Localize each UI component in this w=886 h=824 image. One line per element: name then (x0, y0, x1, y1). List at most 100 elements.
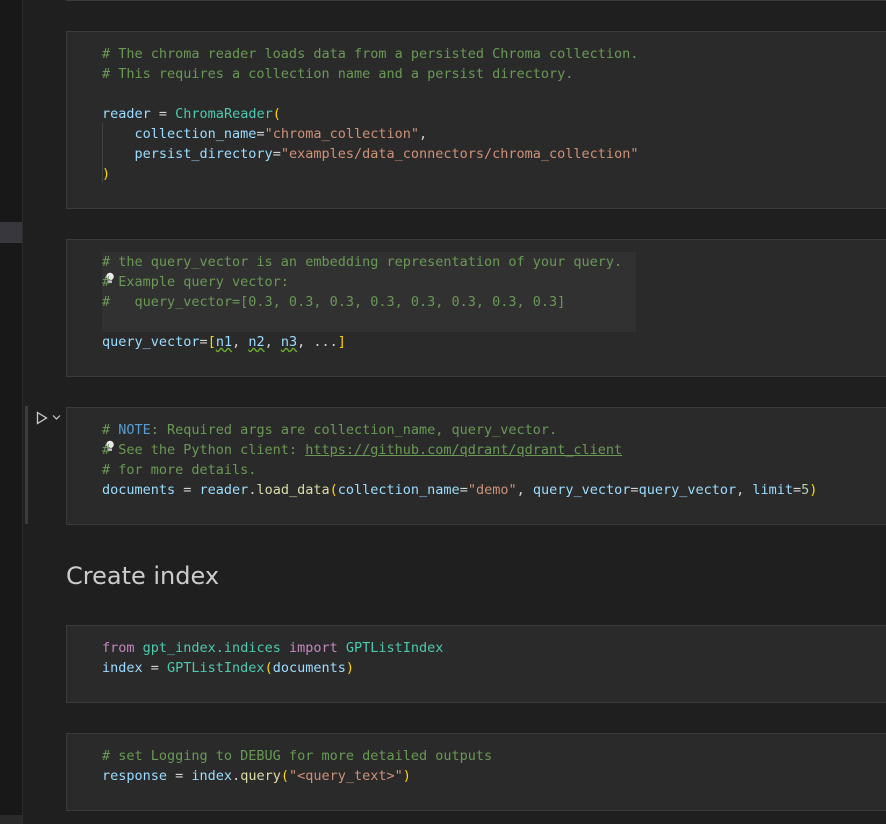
operator: = (793, 482, 802, 498)
code-editor[interactable]: # set Logging to DEBUG for more detailed… (102, 746, 492, 786)
function-name: load_data (256, 482, 330, 498)
cell-focus-bar (25, 406, 28, 524)
comment: # Example query vector: (102, 274, 289, 290)
gutter-active-marker (0, 222, 22, 243)
string: "demo" (467, 482, 517, 498)
code-line: # The chroma reader loads data from a pe… (102, 44, 638, 64)
function-name: query (240, 768, 281, 784)
chevron-down-icon[interactable] (52, 414, 61, 421)
comment: # (102, 422, 119, 438)
code-line: persist_directory="examples/data_connect… (102, 144, 639, 164)
comment: # the query_vector is an embedding repre… (102, 254, 623, 270)
code-line: # This requires a collection name and a … (102, 64, 638, 84)
previous-code-cell[interactable] (66, 0, 886, 1)
code-line: # for more details. (102, 460, 817, 480)
code-line: # See the Python client: https://github.… (102, 440, 817, 460)
code-editor[interactable]: # the query_vector is an embedding repre… (102, 252, 622, 352)
class-name: ChromaReader (175, 106, 273, 122)
code-line: # query_vector=[0.3, 0.3, 0.3, 0.3, 0.3,… (102, 292, 622, 312)
punctuation: , (419, 126, 428, 142)
run-cell-button[interactable] (33, 408, 63, 428)
punctuation: , (232, 334, 249, 350)
variable: index (191, 768, 233, 784)
code-editor[interactable]: # NOTE: Required args are collection_nam… (102, 420, 817, 500)
bracket: ( (280, 768, 289, 784)
string: "examples/data_connectors/chroma_collect… (280, 146, 639, 162)
operator: = (256, 126, 265, 142)
variable: query_vector (102, 334, 200, 350)
variable: query_vector (638, 482, 737, 498)
operator: = (459, 482, 468, 498)
parameter: collection_name (337, 482, 460, 498)
variable: index (102, 660, 143, 676)
operator: = (630, 482, 639, 498)
operator: = (142, 660, 168, 676)
bracket: ] (337, 334, 346, 350)
bracket: ) (809, 482, 818, 498)
code-cell-load-data[interactable]: # NOTE: Required args are collection_nam… (66, 407, 886, 525)
operator: = (167, 768, 192, 784)
string: "chroma_collection" (264, 126, 420, 142)
parameter: collection_name (134, 126, 257, 142)
operator: = (150, 106, 176, 122)
bracket: [ (207, 334, 216, 350)
undefined-variable: n3 (280, 334, 298, 350)
punctuation: , (516, 482, 533, 498)
comment: # set Logging to DEBUG for more detailed… (102, 748, 493, 764)
code-cell-query-vector[interactable]: # the query_vector is an embedding repre… (66, 239, 886, 377)
play-icon[interactable] (36, 411, 48, 425)
parameter: query_vector (532, 482, 631, 498)
class-name: GPTListIndex (345, 640, 444, 656)
code-line: # set Logging to DEBUG for more detailed… (102, 746, 492, 766)
parameter: limit (752, 482, 794, 498)
code-line: # NOTE: Required args are collection_nam… (102, 420, 817, 440)
code-cell-create-index[interactable]: from gpt_index.indices import GPTListInd… (66, 625, 886, 703)
punctuation: . (232, 768, 241, 784)
code-cell-chroma-reader[interactable]: # The chroma reader loads data from a pe… (66, 31, 886, 209)
keyword: from (102, 640, 135, 656)
bracket: ) (102, 166, 111, 182)
variable: reader (199, 482, 249, 498)
markdown-heading: Create index (66, 562, 220, 590)
bracket: ( (329, 482, 338, 498)
class-name: GPTListIndex (167, 660, 265, 676)
activity-gutter (0, 0, 22, 824)
punctuation: , (736, 482, 753, 498)
undefined-variable: n1 (215, 334, 233, 350)
code-line: from gpt_index.indices import GPTListInd… (102, 638, 443, 658)
code-editor[interactable]: # The chroma reader loads data from a pe… (102, 44, 638, 184)
string: "<query_text>" (288, 768, 403, 784)
module-name: gpt_index.indices (142, 640, 281, 656)
code-line: collection_name="chroma_collection", (102, 124, 638, 144)
comment: : Required args are collection_name, que… (150, 422, 558, 438)
code-cell-query[interactable]: # set Logging to DEBUG for more detailed… (66, 733, 886, 811)
comment: # The chroma reader loads data from a pe… (102, 46, 639, 62)
parameter: persist_directory (134, 146, 273, 162)
undefined-variable: n2 (248, 334, 265, 350)
operator: = (199, 334, 208, 350)
code-line: index = GPTListIndex(documents) (102, 658, 443, 678)
keyword: import (288, 640, 338, 656)
variable: documents (272, 660, 346, 676)
comment: # See the Python client: (102, 442, 306, 458)
comment-link[interactable]: https://github.com/qdrant/qdrant_client (305, 442, 622, 458)
comment: # This requires a collection name and a … (102, 66, 574, 82)
bracket: ( (264, 660, 273, 676)
comment-keyword: NOTE (118, 422, 151, 438)
variable: reader (102, 106, 151, 122)
ellipsis: , ... (297, 334, 338, 350)
bracket: ( (272, 106, 281, 122)
variable: response (102, 768, 168, 784)
comment: # for more details. (102, 462, 257, 478)
code-editor[interactable]: from gpt_index.indices import GPTListInd… (102, 638, 443, 678)
code-line: query_vector=[n1, n2, n3, ...] (102, 332, 622, 352)
code-line: response = index.query("<query_text>") (102, 766, 492, 786)
code-line: documents = reader.load_data(collection_… (102, 480, 817, 500)
